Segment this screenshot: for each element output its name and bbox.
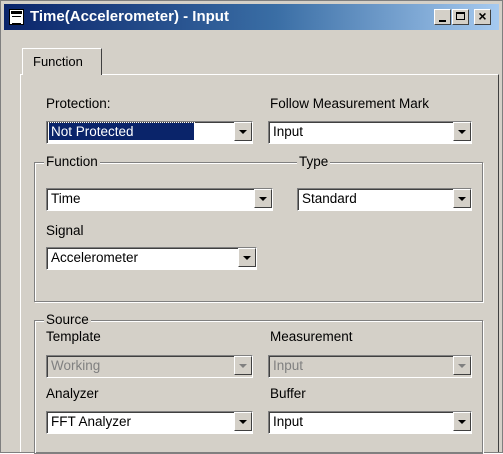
template-value: Working bbox=[51, 358, 101, 373]
signal-select[interactable]: Accelerometer bbox=[46, 247, 257, 270]
chevron-down-icon[interactable] bbox=[453, 356, 471, 375]
type-select[interactable]: Standard bbox=[297, 188, 472, 211]
protection-label: Protection: bbox=[46, 96, 111, 111]
follow-measurement-mark-select[interactable]: Input bbox=[268, 121, 472, 144]
type-value: Standard bbox=[302, 191, 357, 206]
measurement-label: Measurement bbox=[270, 329, 353, 344]
chevron-down-icon[interactable] bbox=[453, 412, 471, 431]
chevron-down-icon[interactable] bbox=[238, 248, 256, 267]
maximize-button[interactable] bbox=[452, 9, 469, 25]
close-button[interactable]: × bbox=[474, 8, 491, 25]
follow-value: Input bbox=[273, 124, 304, 139]
follow-label-text: Follow Measurement Mark bbox=[270, 96, 430, 111]
protection-value: Not Protected bbox=[48, 122, 195, 141]
chevron-down-icon[interactable] bbox=[234, 356, 252, 375]
minimize-button[interactable] bbox=[434, 9, 451, 25]
follow-measurement-mark-label: Follow Measurement Mark bbox=[270, 96, 429, 111]
signal-value: Accelerometer bbox=[51, 250, 139, 265]
chevron-down-icon[interactable] bbox=[453, 122, 471, 141]
function-group-title: Function bbox=[44, 154, 100, 169]
chevron-down-icon[interactable] bbox=[453, 189, 471, 208]
analyzer-value: FFT Analyzer bbox=[51, 414, 132, 429]
function-group bbox=[34, 162, 483, 302]
chevron-down-icon[interactable] bbox=[234, 412, 252, 431]
minimize-icon bbox=[439, 20, 446, 22]
title-bar[interactable]: Time(Accelerometer) - Input × bbox=[4, 4, 499, 30]
buffer-label: Buffer bbox=[270, 386, 306, 401]
template-label: Template bbox=[46, 329, 101, 344]
protection-label-text: Protection: bbox=[46, 96, 111, 111]
maximize-icon bbox=[456, 12, 465, 20]
type-group-title: Type bbox=[297, 154, 331, 169]
measurement-select[interactable]: Input bbox=[268, 355, 472, 378]
buffer-value: Input bbox=[273, 414, 304, 429]
buffer-select[interactable]: Input bbox=[268, 411, 472, 434]
measurement-value: Input bbox=[273, 358, 304, 373]
function-value: Time bbox=[51, 191, 81, 206]
analyzer-select[interactable]: FFT Analyzer bbox=[46, 411, 253, 434]
chevron-down-icon[interactable] bbox=[254, 189, 272, 208]
template-select[interactable]: Working bbox=[46, 355, 253, 378]
tab-function[interactable]: Function bbox=[22, 48, 102, 75]
analyzer-label: Analyzer bbox=[46, 386, 99, 401]
window-title: Time(Accelerometer) - Input bbox=[30, 8, 229, 25]
source-group-title: Source bbox=[44, 312, 91, 327]
protection-select[interactable]: Not Protected bbox=[46, 121, 253, 144]
close-icon: × bbox=[478, 8, 487, 24]
tab-function-label: Function bbox=[33, 54, 83, 69]
dialog-window: Time(Accelerometer) - Input × Function P… bbox=[0, 0, 503, 454]
chevron-down-icon[interactable] bbox=[234, 122, 252, 141]
signal-label: Signal bbox=[46, 223, 84, 238]
app-icon[interactable] bbox=[9, 9, 24, 25]
function-select[interactable]: Time bbox=[46, 188, 273, 211]
